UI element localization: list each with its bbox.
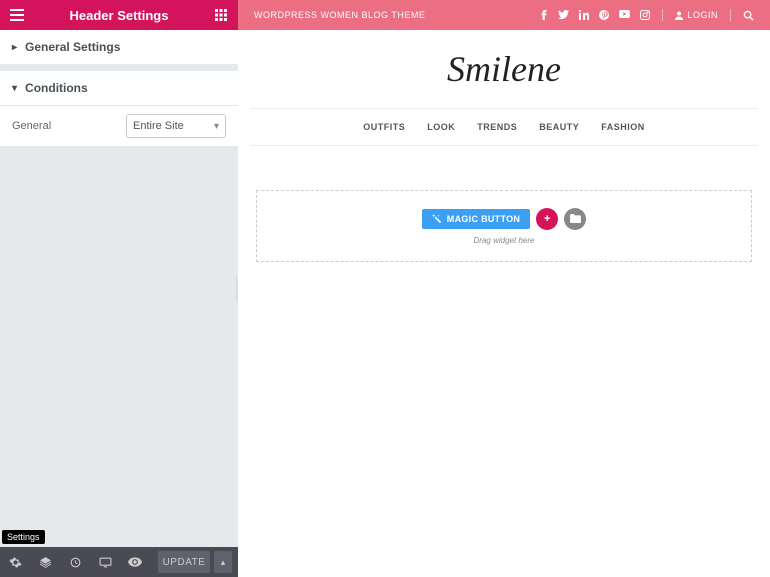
youtube-icon[interactable] — [619, 10, 630, 20]
topbar-divider — [662, 9, 663, 21]
login-label: LOGIN — [687, 10, 718, 20]
settings-tooltip: Settings — [2, 530, 45, 544]
instagram-icon[interactable] — [640, 10, 650, 20]
layers-icon[interactable] — [30, 547, 60, 577]
magic-button[interactable]: MAGIC BUTTON — [422, 209, 530, 229]
logo-area: Smilene — [238, 30, 770, 108]
magic-button-label: MAGIC BUTTON — [447, 214, 520, 224]
accordion-conditions[interactable]: Conditions — [0, 71, 238, 106]
dropzone[interactable]: MAGIC BUTTON + Drag widget here — [256, 190, 752, 262]
login-link[interactable]: LOGIN — [675, 10, 718, 20]
responsive-icon[interactable] — [90, 547, 120, 577]
accordion-general-settings[interactable]: General Settings — [0, 30, 238, 65]
site-logo[interactable]: Smilene — [447, 48, 561, 90]
condition-row: General Entire Site — [0, 106, 238, 146]
sidebar-footer: UPDATE ▴ — [0, 547, 238, 577]
condition-label: General — [12, 120, 51, 132]
condition-select[interactable]: Entire Site — [126, 114, 226, 138]
accordion-label: Conditions — [25, 81, 88, 95]
gear-icon[interactable] — [0, 547, 30, 577]
condition-select-value: Entire Site — [133, 120, 184, 132]
facebook-icon[interactable] — [540, 10, 548, 20]
dropzone-buttons: MAGIC BUTTON + — [422, 208, 586, 230]
menu-icon[interactable] — [8, 6, 26, 24]
tagline: WORDPRESS WOMEN BLOG THEME — [254, 10, 425, 20]
topbar-right: LOGIN — [540, 9, 754, 21]
sidebar-title: Header Settings — [26, 8, 212, 23]
wand-icon — [432, 214, 442, 224]
user-icon — [675, 11, 683, 20]
linkedin-icon[interactable] — [579, 10, 589, 20]
update-button[interactable]: UPDATE — [158, 551, 210, 573]
sidebar-header: Header Settings — [0, 0, 238, 30]
dropzone-hint: Drag widget here — [474, 236, 535, 245]
eye-icon[interactable] — [120, 547, 150, 577]
search-icon[interactable] — [743, 10, 754, 21]
update-caret[interactable]: ▴ — [214, 551, 232, 573]
history-icon[interactable] — [60, 547, 90, 577]
topbar-divider — [730, 9, 731, 21]
nav-item[interactable]: FASHION — [601, 122, 645, 132]
preview-area: WORDPRESS WOMEN BLOG THEME LOGIN Smilene… — [238, 0, 770, 577]
add-button[interactable]: + — [536, 208, 558, 230]
nav-item[interactable]: BEAUTY — [539, 122, 579, 132]
preview-topbar: WORDPRESS WOMEN BLOG THEME LOGIN — [238, 0, 770, 30]
nav-item[interactable]: OUTFITS — [363, 122, 405, 132]
navbar: OUTFITS LOOK TRENDS BEAUTY FASHION — [250, 108, 758, 146]
sidebar-body — [0, 146, 238, 547]
pinterest-icon[interactable] — [599, 10, 609, 20]
social-icons — [540, 10, 650, 20]
twitter-icon[interactable] — [558, 10, 569, 20]
nav-item[interactable]: TRENDS — [477, 122, 517, 132]
sidebar: Header Settings General Settings Conditi… — [0, 0, 238, 577]
accordion-label: General Settings — [25, 40, 120, 54]
folder-icon — [570, 214, 581, 223]
apps-icon[interactable] — [212, 6, 230, 24]
folder-button[interactable] — [564, 208, 586, 230]
nav-item[interactable]: LOOK — [427, 122, 455, 132]
